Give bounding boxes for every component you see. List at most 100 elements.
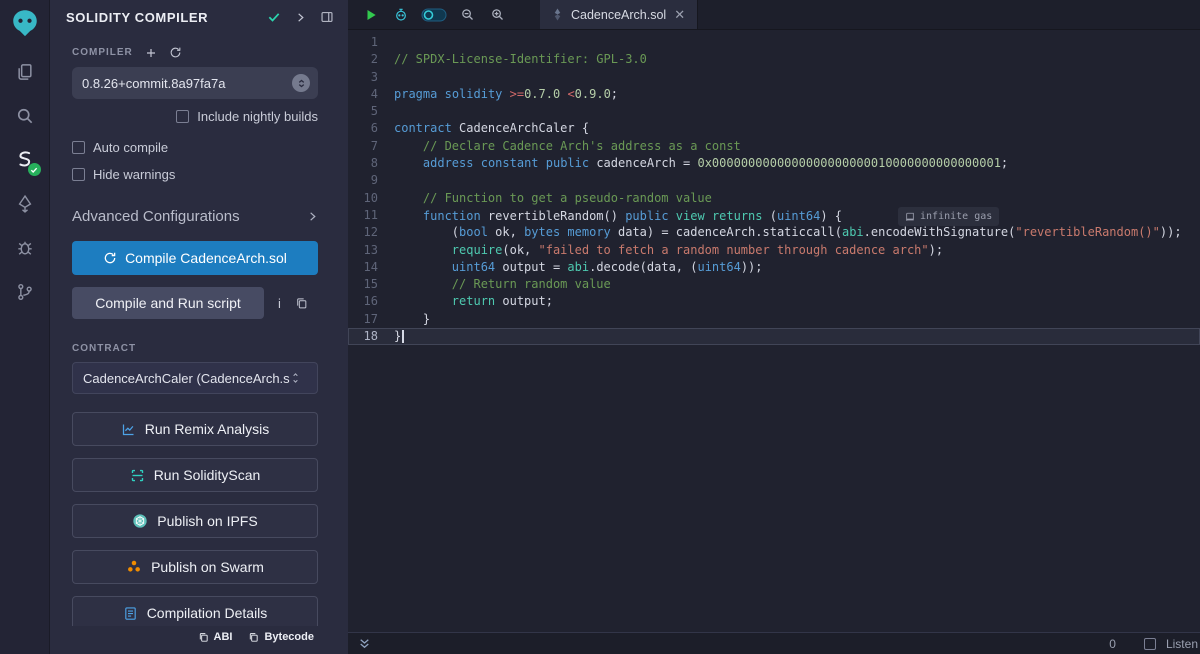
status-check-icon <box>267 10 281 24</box>
updown-arrows-icon <box>290 372 301 384</box>
auto-compile-label: Auto compile <box>93 140 168 155</box>
line-number: 6 <box>348 120 394 137</box>
panel-body: COMPILER 0.8.26+commit.8a97fa7a Include … <box>50 34 348 626</box>
panel-title: SOLIDITY COMPILER <box>66 10 267 25</box>
line-number: 15 <box>348 276 394 293</box>
line-number: 12 <box>348 224 394 241</box>
line-number: 9 <box>348 172 394 189</box>
copy-abi-button[interactable]: ABI <box>198 631 233 643</box>
deploy-and-run-icon[interactable] <box>7 186 43 222</box>
zoom-out-icon[interactable] <box>454 4 480 26</box>
advanced-configurations-toggle[interactable]: Advanced Configurations <box>72 208 318 225</box>
publish-on-swarm-button[interactable]: Publish on Swarm <box>72 550 318 584</box>
code-line-2[interactable]: 2// SPDX-License-Identifier: GPL-3.0 <box>348 51 1200 68</box>
nightly-builds-label: Include nightly builds <box>197 109 318 124</box>
editor-area: CadenceArch.sol ✕ 12// SPDX-License-Iden… <box>348 0 1200 654</box>
line-number: 4 <box>348 86 394 103</box>
code-line-12[interactable]: 12 (bool ok, bytes memory data) = cadenc… <box>348 224 1200 241</box>
version-spinner-icon <box>292 74 310 92</box>
code-line-7[interactable]: 7 // Declare Cadence Arch's address as a… <box>348 138 1200 155</box>
line-number: 8 <box>348 155 394 172</box>
line-number: 13 <box>348 242 394 259</box>
run-script-play-icon[interactable] <box>358 4 384 26</box>
compile-and-run-button[interactable]: Compile and Run script <box>72 287 264 319</box>
compile-button[interactable]: Compile CadenceArch.sol <box>72 241 318 275</box>
line-number: 18 <box>348 328 394 345</box>
copy-bytecode-button[interactable]: Bytecode <box>248 631 314 643</box>
collapse-panel-icon[interactable] <box>295 12 306 23</box>
contract-select-value: CadenceArchCaler (CadenceArch.s <box>83 371 290 386</box>
compiled-check-badge <box>28 163 41 176</box>
remix-logo-icon[interactable] <box>8 6 42 40</box>
copy-icon <box>198 632 209 643</box>
contract-select[interactable]: CadenceArchCaler (CadenceArch.s <box>72 362 318 394</box>
compile-button-label: Compile CadenceArch.sol <box>125 250 287 266</box>
compilation-details-button[interactable]: Compilation Details <box>72 596 318 626</box>
git-icon[interactable] <box>7 274 43 310</box>
swarm-icon <box>126 559 142 575</box>
code-line-16[interactable]: 16 return output; <box>348 293 1200 310</box>
run-remix-analysis-button[interactable]: Run Remix Analysis <box>72 412 318 446</box>
listen-label: Listen <box>1166 637 1198 651</box>
scan-icon <box>130 468 145 483</box>
advanced-configurations-label: Advanced Configurations <box>72 208 240 225</box>
code-line-11[interactable]: 11 function revertibleRandom() public vi… <box>348 207 1200 224</box>
run-solidityscan-button[interactable]: Run SolidityScan <box>72 458 318 492</box>
code-line-9[interactable]: 9 <box>348 172 1200 189</box>
icon-rail <box>0 0 50 654</box>
text-cursor <box>402 330 404 343</box>
ai-copilot-toggle[interactable] <box>418 4 450 26</box>
publish-on-ipfs-button[interactable]: Publish on IPFS <box>72 504 318 538</box>
add-compiler-icon[interactable] <box>145 47 157 59</box>
code-editor[interactable]: 12// SPDX-License-Identifier: GPL-3.034p… <box>348 30 1200 632</box>
line-number: 10 <box>348 190 394 207</box>
expand-terminal-icon[interactable] <box>358 637 371 650</box>
remix-ide: SOLIDITY COMPILER COMPILER <box>0 0 1200 654</box>
refresh-icon <box>103 251 117 265</box>
search-icon[interactable] <box>7 98 43 134</box>
terminal-bar: 0 Listen <box>348 632 1200 654</box>
file-explorer-icon[interactable] <box>7 54 43 90</box>
terminal-count: 0 <box>1109 637 1116 651</box>
code-line-6[interactable]: 6contract CadenceArchCaler { <box>348 120 1200 137</box>
reload-compiler-icon[interactable] <box>169 46 182 59</box>
solidity-compiler-icon[interactable] <box>7 142 43 178</box>
auto-compile-checkbox[interactable] <box>72 141 85 154</box>
analysis-chart-icon <box>121 422 136 437</box>
code-line-3[interactable]: 3 <box>348 69 1200 86</box>
action-list: Run Remix Analysis Run SolidityScan Publ… <box>72 412 318 626</box>
pin-panel-icon[interactable] <box>320 10 334 24</box>
panel-header: SOLIDITY COMPILER <box>50 0 348 34</box>
listen-checkbox[interactable] <box>1144 638 1156 650</box>
compiler-version-select[interactable]: 0.8.26+commit.8a97fa7a <box>72 67 318 99</box>
code-line-17[interactable]: 17 } <box>348 311 1200 328</box>
line-number: 1 <box>348 34 394 51</box>
code-line-14[interactable]: 14 uint64 output = abi.decode(data, (uin… <box>348 259 1200 276</box>
copy-script-icon[interactable] <box>295 297 308 310</box>
tab-close-icon[interactable]: ✕ <box>674 8 685 21</box>
code-line-5[interactable]: 5 <box>348 103 1200 120</box>
code-line-4[interactable]: 4pragma solidity >=0.7.0 <0.9.0; <box>348 86 1200 103</box>
ipfs-icon <box>132 513 148 529</box>
code-line-10[interactable]: 10 // Function to get a pseudo-random va… <box>348 190 1200 207</box>
remix-ai-icon[interactable] <box>388 4 414 26</box>
nightly-builds-checkbox[interactable] <box>176 110 189 123</box>
line-number: 3 <box>348 69 394 86</box>
hide-warnings-checkbox[interactable] <box>72 168 85 181</box>
code-line-8[interactable]: 8 address constant public cadenceArch = … <box>348 155 1200 172</box>
editor-toolbar: CadenceArch.sol ✕ <box>348 0 1200 30</box>
line-number: 7 <box>348 138 394 155</box>
debugger-icon[interactable] <box>7 230 43 266</box>
hide-warnings-label: Hide warnings <box>93 167 175 182</box>
info-icon[interactable]: i <box>278 296 281 311</box>
line-number: 17 <box>348 311 394 328</box>
copy-icon <box>248 632 259 643</box>
code-line-13[interactable]: 13 require(ok, "failed to fetch a random… <box>348 242 1200 259</box>
code-line-15[interactable]: 15 // Return random value <box>348 276 1200 293</box>
line-number: 11 <box>348 207 394 224</box>
panel-footer: ABI Bytecode <box>50 626 348 654</box>
code-line-1[interactable]: 1 <box>348 34 1200 51</box>
tab-cadencearch-sol[interactable]: CadenceArch.sol ✕ <box>540 0 698 29</box>
code-line-18[interactable]: 18} <box>348 328 1200 345</box>
zoom-in-icon[interactable] <box>484 4 510 26</box>
